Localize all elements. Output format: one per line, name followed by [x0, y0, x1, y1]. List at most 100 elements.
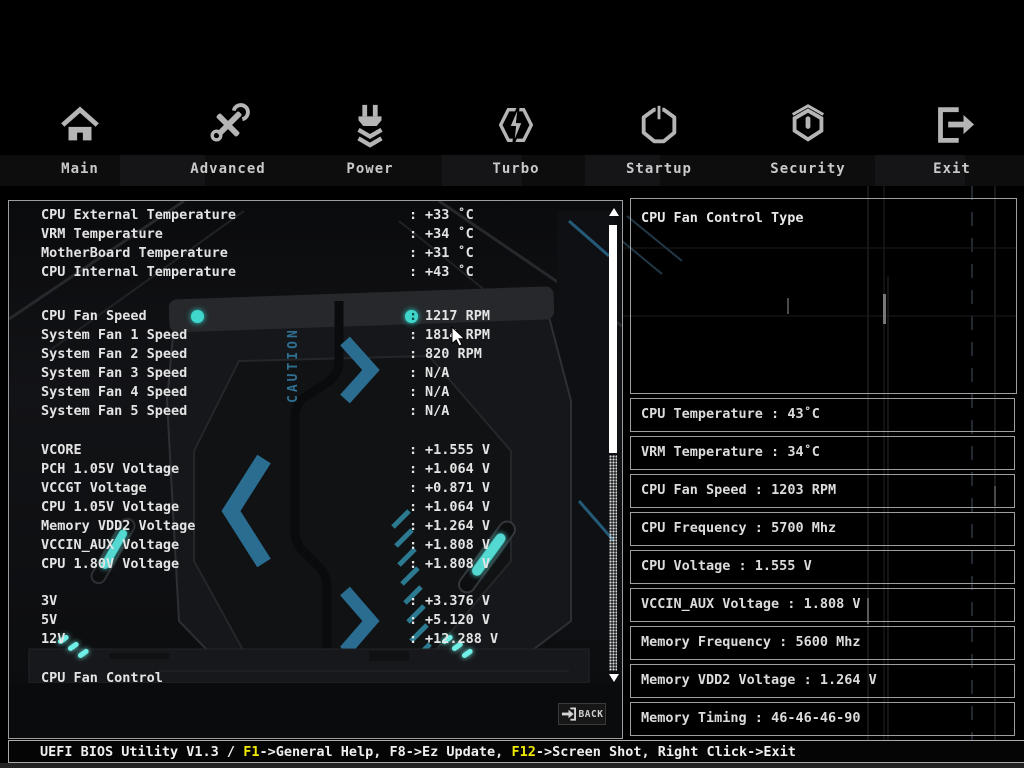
status-label: CPU Fan Speed: [641, 482, 747, 498]
status-row: CPU Temperature : 43˚C: [630, 398, 1015, 432]
nav-label: Exit: [933, 161, 971, 177]
back-arrow-icon: [561, 707, 576, 721]
row-colon: :: [409, 403, 418, 419]
status-label: CPU Temperature: [641, 406, 763, 422]
hotkey-f12: F12: [511, 743, 536, 760]
row-label: System Fan 3 Speed: [41, 365, 188, 381]
status-bar: UEFI BIOS Utility V1.3 / F1 ->General Hel…: [8, 740, 1024, 763]
status-separator: :: [771, 634, 796, 650]
status-row: VRM Temperature : 34˚C: [630, 436, 1015, 470]
hotkey-f1: F1: [243, 743, 260, 760]
nav-label: Power: [346, 161, 394, 177]
monitor-row[interactable]: CPU Fan Speed : 1217 RPM: [9, 307, 569, 326]
row-colon: :: [409, 461, 418, 477]
row-value: +1.555 V: [425, 442, 491, 458]
status-value: 5600 Mhz: [795, 634, 861, 650]
status-value: 1203 RPM: [771, 482, 837, 498]
row-value: +12.288 V: [425, 631, 499, 647]
nav-item-main[interactable]: Main: [10, 102, 150, 177]
status-separator: :: [762, 406, 788, 422]
row-label: CPU Internal Temperature: [41, 264, 237, 280]
monitor-row: CPU Internal Temperature : +43 ˚C: [9, 263, 569, 282]
row-label: 5V: [41, 612, 58, 628]
row-colon: :: [409, 480, 418, 496]
nav-item-turbo[interactable]: Turbo: [446, 102, 586, 177]
row-label: Memory VDD2 Voltage: [41, 518, 196, 534]
mouse-cursor: [451, 326, 465, 347]
monitor-row: VCORE : +1.555 V: [9, 441, 569, 460]
row-label: VCCGT Voltage: [41, 480, 147, 496]
status-row: CPU Voltage : 1.555 V: [630, 550, 1015, 584]
help-title: CPU Fan Control Type: [641, 210, 804, 226]
row-value: +1.064 V: [425, 499, 491, 515]
power-hex-icon: [641, 103, 677, 144]
status-value: 46-46-46-90: [771, 710, 861, 726]
tools-icon: [210, 103, 250, 142]
row-colon: :: [409, 631, 418, 647]
row-colon: :: [409, 245, 418, 261]
nav-item-power[interactable]: Power: [300, 102, 440, 177]
monitor-row: System Fan 5 Speed : N/A: [9, 402, 569, 421]
bottom-strip: [0, 763, 1024, 768]
row-label: 12V: [41, 631, 66, 647]
status-value: 1.808 V: [803, 596, 861, 612]
row-label: System Fan 4 Speed: [41, 384, 188, 400]
nav-label: Main: [61, 161, 99, 177]
temperature-section: CPU External Temperature : +33 ˚C VRM Te…: [9, 206, 569, 282]
row-label: MotherBoard Temperature: [41, 245, 228, 261]
scrollbar-thumb[interactable]: [609, 225, 617, 453]
home-icon: [61, 106, 99, 141]
nav-label: Advanced: [190, 161, 266, 177]
scrollbar[interactable]: [608, 206, 619, 692]
row-label: VCCIN_AUX Voltage: [41, 537, 180, 553]
plug-icon: [357, 104, 383, 148]
scroll-up-arrow[interactable]: [609, 208, 619, 216]
monitor-row: Memory VDD2 Voltage : +1.264 V: [9, 517, 569, 536]
monitor-row: PCH 1.05V Voltage : +1.064 V: [9, 460, 569, 479]
row-value: N/A: [425, 403, 450, 419]
status-stack: CPU Temperature : 43˚C VRM Temperature : …: [630, 398, 1015, 740]
nav-item-startup[interactable]: Startup: [589, 102, 729, 177]
status-label: CPU Frequency: [641, 520, 747, 536]
row-colon: :: [409, 556, 418, 572]
row-value: +31 ˚C: [425, 245, 474, 261]
exit-door-icon: [938, 107, 975, 143]
row-label: System Fan 1 Speed: [41, 327, 188, 343]
status-row: Memory VDD2 Voltage : 1.264 V: [630, 664, 1015, 698]
status-label: VRM Temperature: [641, 444, 763, 460]
back-button[interactable]: BACK: [558, 703, 606, 725]
status-separator: :: [730, 558, 755, 574]
scrollbar-track[interactable]: [609, 455, 617, 671]
monitor-row: CPU 1.80V Voltage : +1.808 V: [9, 555, 569, 574]
row-colon: :: [409, 226, 418, 242]
status-separator: :: [762, 444, 788, 460]
monitor-row: CPU External Temperature : +33 ˚C: [9, 206, 569, 225]
status-value: 1.264 V: [819, 672, 877, 688]
row-label: VCORE: [41, 442, 82, 458]
monitor-row: MotherBoard Temperature : +31 ˚C: [9, 244, 569, 263]
selection-dot-icon: [191, 310, 204, 323]
scroll-down-arrow[interactable]: [609, 674, 619, 682]
status-row: Memory Frequency : 5600 Mhz: [630, 626, 1015, 660]
row-value: +1.264 V: [425, 518, 491, 534]
status-text: UEFI BIOS Utility V1.3 /: [40, 743, 244, 760]
monitor-row: System Fan 1 Speed : 1814 RPM: [9, 326, 569, 345]
monitor-row: 3V : +3.376 V: [9, 592, 569, 611]
status-separator: :: [746, 482, 772, 498]
row-colon: :: [409, 346, 418, 362]
monitor-row: 5V : +5.120 V: [9, 611, 569, 630]
nav-item-security[interactable]: Security: [738, 102, 878, 177]
cpu-fan-control-item[interactable]: CPU Fan Control: [9, 669, 569, 688]
status-separator: :: [779, 596, 804, 612]
row-colon: :: [409, 593, 418, 609]
nav-item-exit[interactable]: Exit: [882, 102, 1022, 177]
row-label: 3V: [41, 593, 58, 609]
row-colon: :: [409, 612, 418, 628]
row-value: +5.120 V: [425, 612, 491, 628]
monitor-row: VRM Temperature : +34 ˚C: [9, 225, 569, 244]
nav-label: Startup: [625, 161, 692, 177]
monitor-row: VCCGT Voltage : +0.871 V: [9, 479, 569, 498]
row-value: N/A: [425, 365, 450, 381]
nav-item-advanced[interactable]: Advanced: [158, 102, 298, 177]
row-colon: :: [409, 327, 418, 343]
